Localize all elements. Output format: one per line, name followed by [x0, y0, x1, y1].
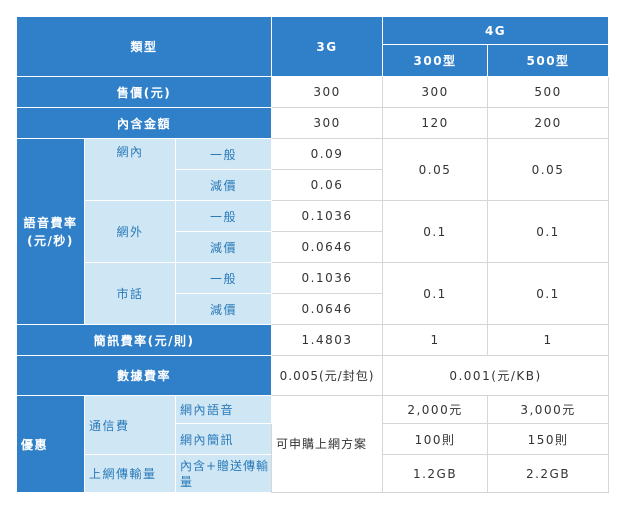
voice-offnet-general-3g: 0.1036: [271, 200, 384, 232]
voice-onnet-300: 0.05: [382, 138, 489, 201]
voice-landline-general-row: 市話 一般 0.1036 0.1 0.1: [17, 262, 610, 325]
offer-onnet-voice-label: 網內語音: [174, 395, 273, 424]
voice-onnet-discount-3g: 0.06: [271, 169, 384, 201]
offer-voice-row: 優惠 通信費 網內語音 可申購上網方案 2,000元 3,000元: [16, 395, 610, 493]
voice-landline-discount-label: 減價: [174, 293, 273, 325]
voice-offnet-500: 0.1: [487, 200, 610, 263]
plan-500-header: 500型: [487, 44, 610, 77]
voice-offnet-label: 網外: [84, 200, 176, 263]
voice-offnet-general-label: 一般: [174, 200, 273, 232]
offer-call-fee-label: 通信費: [84, 395, 176, 455]
voice-landline-discount-3g: 0.0646: [271, 293, 384, 325]
included-500: 200: [487, 107, 610, 139]
included-label: 內含金額: [15, 107, 273, 139]
offer-3g-plan: 可申購上網方案: [271, 395, 384, 493]
voice-onnet-label: 網內: [84, 138, 176, 201]
data-rate-4g: 0.001(元/KB): [382, 355, 610, 396]
data-rate-3g: 0.005(元/封包): [271, 355, 384, 396]
offer-onnet-sms-label: 網內簡訊: [174, 423, 273, 455]
offer-sms-500: 150則: [487, 423, 610, 455]
included-300: 120: [382, 107, 489, 139]
header-row: 類型 3G 4G: [15, 16, 610, 77]
voice-onnet-general-label: 一般: [174, 138, 273, 170]
offer-voice-300: 2,000元: [382, 395, 489, 424]
offer-data-500: 2.2GB: [487, 454, 610, 493]
voice-onnet-general-3g: 0.09: [271, 138, 384, 170]
voice-onnet-discount-label: 減價: [174, 169, 273, 201]
offer-data-300: 1.2GB: [382, 454, 489, 493]
offer-voice-500: 3,000元: [487, 395, 610, 424]
price-300: 300: [382, 76, 489, 108]
price-label: 售價(元): [15, 76, 273, 108]
3g-header: 3G: [271, 16, 384, 77]
voice-rate-label: 語音費率 (元/秒): [16, 138, 85, 325]
sms-3g: 1.4803: [271, 324, 384, 356]
sms-500: 1: [487, 324, 610, 356]
sms-rate-label: 簡訊費率(元/則): [15, 324, 273, 356]
included-3g: 300: [271, 107, 384, 139]
sms-row: 簡訊費率(元/則) 1.4803 1 1: [15, 324, 610, 356]
data-rate-row: 數據費率 0.005(元/封包) 0.001(元/KB): [15, 355, 610, 396]
voice-landline-general-3g: 0.1036: [271, 262, 384, 294]
voice-landline-label: 市話: [84, 262, 176, 325]
voice-offnet-300: 0.1: [382, 200, 489, 263]
voice-onnet-500: 0.05: [487, 138, 610, 201]
offer-label: 優惠: [16, 395, 85, 493]
voice-landline-300: 0.1: [382, 262, 489, 325]
data-rate-label: 數據費率: [15, 355, 273, 396]
rate-comparison-table: 類型 3G 4G 300型 500型 售價(元) 300 300 500 內含金…: [15, 16, 610, 493]
rate-table-container: 類型 3G 4G 300型 500型 售價(元) 300 300 500 內含金…: [15, 16, 610, 493]
4g-header: 4G: [382, 16, 610, 45]
voice-offnet-discount-3g: 0.0646: [271, 231, 384, 263]
offer-upload-desc: 內含+贈送傳輸量: [174, 454, 273, 493]
voice-landline-500: 0.1: [487, 262, 610, 325]
voice-landline-general-label: 一般: [174, 262, 273, 294]
offer-sms-300: 100則: [382, 423, 489, 455]
voice-offnet-discount-label: 減價: [174, 231, 273, 263]
price-row: 售價(元) 300 300 500: [15, 76, 610, 108]
price-3g: 300: [271, 76, 384, 108]
offer-upload-label: 上網傳輸量: [84, 454, 176, 493]
voice-offnet-general-row: 網外 一般 0.1036 0.1 0.1: [17, 200, 610, 263]
included-row: 內含金額 300 120 200: [15, 107, 610, 139]
voice-onnet-general-row: 語音費率 (元/秒) 網內 一般 0.09 0.05 0.05: [16, 138, 610, 325]
sms-300: 1: [382, 324, 489, 356]
type-header: 類型: [15, 16, 273, 77]
plan-300-header: 300型: [382, 44, 489, 77]
price-500: 500: [487, 76, 610, 108]
